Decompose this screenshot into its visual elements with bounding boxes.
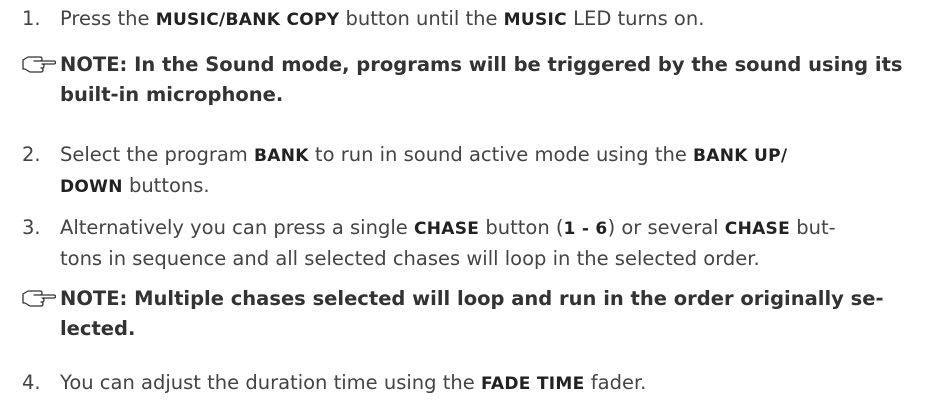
note-line: lected. bbox=[60, 317, 136, 340]
step-text-run: Select the program bbox=[60, 143, 254, 166]
control-keyword: BANK UP/ bbox=[693, 146, 788, 166]
step-text-run: tons in sequence and all selected chases… bbox=[60, 247, 760, 270]
step-number: 2. bbox=[22, 143, 41, 166]
step-text-run: ) or several bbox=[607, 216, 725, 239]
step-text-run: buttons. bbox=[122, 174, 210, 197]
note-line: NOTE: Multiple chases selected will loop… bbox=[60, 287, 884, 310]
step-text-run: Press the bbox=[60, 7, 156, 30]
step-text: Select the program BANK to run in sound … bbox=[60, 140, 922, 202]
control-keyword: DOWN bbox=[60, 177, 123, 197]
pointing-hand-icon bbox=[22, 56, 56, 73]
step-text-run: You can adjust the duration time using t… bbox=[60, 371, 481, 394]
step-text-run: to run in sound active mode using the bbox=[308, 143, 694, 166]
control-keyword: CHASE bbox=[724, 219, 791, 239]
step-text: Press the MUSIC/BANK COPY button until t… bbox=[60, 4, 922, 35]
step-text-run: but- bbox=[790, 216, 836, 239]
control-keyword: 1 - 6 bbox=[563, 219, 608, 239]
note-text: NOTE: In the Sound mode, programs will b… bbox=[60, 50, 917, 110]
step-number: 3. bbox=[22, 216, 41, 239]
manual-page: { "steps": [ { "number": "1.", "parts": … bbox=[0, 0, 932, 403]
note-line: built-in microphone. bbox=[60, 83, 284, 106]
step-text-run: button until the bbox=[339, 7, 504, 30]
step-number: 4. bbox=[22, 371, 41, 394]
step-text-run: button ( bbox=[479, 216, 564, 239]
step-text-run: LED turns on. bbox=[566, 7, 705, 30]
control-keyword: MUSIC bbox=[503, 10, 567, 30]
control-keyword: FADE TIME bbox=[480, 374, 585, 394]
step-text: Alternatively you can press a single CHA… bbox=[60, 213, 922, 274]
step-number: 1. bbox=[22, 7, 41, 30]
note-line: NOTE: In the Sound mode, programs will b… bbox=[60, 53, 903, 76]
pointing-hand-icon bbox=[22, 290, 56, 307]
step-text-run: Alternatively you can press a single bbox=[60, 216, 414, 239]
control-keyword: BANK bbox=[254, 146, 309, 166]
control-keyword: MUSIC/BANK COPY bbox=[155, 10, 340, 30]
note-text: NOTE: Multiple chases selected will loop… bbox=[60, 284, 917, 344]
step-text: You can adjust the duration time using t… bbox=[60, 368, 922, 399]
step-text-run: fader. bbox=[584, 371, 647, 394]
control-keyword: CHASE bbox=[413, 219, 480, 239]
